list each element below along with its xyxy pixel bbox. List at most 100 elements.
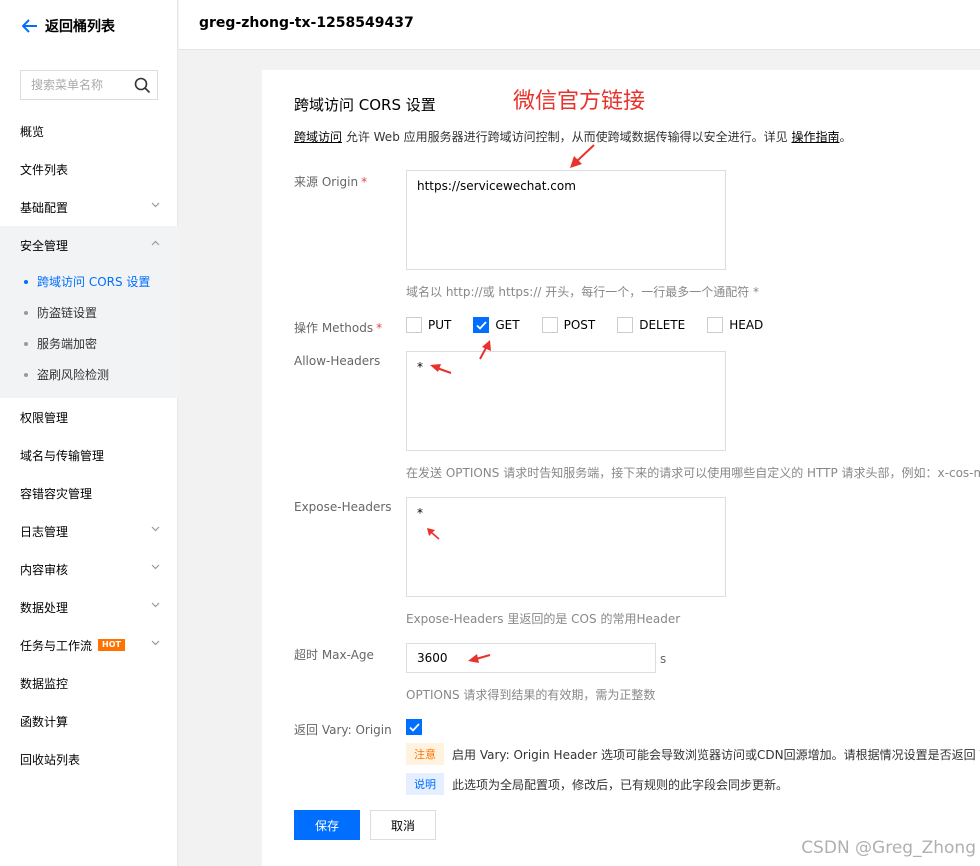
- allow-headers-textarea[interactable]: *: [406, 351, 726, 451]
- checkbox-icon: [541, 317, 558, 333]
- page-title: 跨域访问 CORS 设置: [294, 96, 436, 114]
- menu-search-input[interactable]: [21, 71, 129, 99]
- sidebar-item-label: 文件列表: [20, 162, 69, 177]
- bullet-icon: [24, 279, 28, 284]
- info-text: 此选项为全局配置项，修改后，已有规则的此字段会同步更新。: [452, 777, 789, 792]
- checkbox-icon: [406, 317, 422, 333]
- max-age-input[interactable]: [406, 643, 656, 673]
- method-put-checkbox[interactable]: PUT: [406, 317, 451, 333]
- chevron-down-icon: [151, 564, 160, 570]
- annotation-arrow-icon: [468, 654, 491, 663]
- required-mark: *: [361, 175, 368, 189]
- cancel-button[interactable]: 取消: [370, 810, 436, 840]
- method-get-checkbox[interactable]: GET: [473, 317, 520, 333]
- sidebar-item-label: 概览: [20, 124, 45, 139]
- vary-warning: 注意 启用 Vary: Origin Header 选项可能会导致浏览器访问或CD…: [406, 743, 980, 765]
- sidebar-item-label: 日志管理: [20, 524, 69, 539]
- method-label: PUT: [428, 318, 452, 332]
- method-label: GET: [495, 318, 520, 332]
- sidebar-item-label: 数据处理: [20, 600, 69, 615]
- checkbox-icon: [707, 317, 724, 333]
- chevron-up-icon: [151, 240, 160, 246]
- sidebar-subitem-label: 跨域访问 CORS 设置: [37, 275, 151, 289]
- annotation-arrow-icon: [570, 144, 595, 168]
- expose-headers-label: Expose-Headers: [294, 500, 392, 514]
- bucket-name: greg-zhong-tx-1258549437: [199, 15, 414, 31]
- origin-label: 来源 Origin *: [294, 173, 367, 190]
- sidebar-item-disaster-recovery[interactable]: 容错容灾管理: [0, 474, 178, 512]
- checkbox-icon: [617, 317, 634, 333]
- save-button[interactable]: 保存: [294, 810, 360, 840]
- origin-textarea[interactable]: https://servicewechat.com: [406, 170, 726, 270]
- sidebar-subitem-hotlink[interactable]: 防盗链设置: [0, 297, 178, 328]
- method-label: POST: [563, 318, 596, 332]
- max-age-unit: s: [660, 652, 667, 666]
- sidebar-item-monitoring[interactable]: 数据监控: [0, 664, 178, 702]
- method-delete-checkbox[interactable]: DELETE: [617, 317, 685, 333]
- chevron-down-icon: [151, 640, 160, 646]
- warning-tag: 注意: [406, 743, 444, 765]
- menu-search-box: [20, 70, 158, 100]
- checkbox-checked-icon: [473, 317, 490, 333]
- chevron-down-icon: [151, 602, 160, 608]
- sidebar-subitem-cors[interactable]: 跨域访问 CORS 设置: [0, 266, 178, 297]
- sidebar-item-permissions[interactable]: 权限管理: [0, 398, 178, 436]
- sidebar-subitem-label: 服务端加密: [37, 337, 98, 351]
- sidebar: 返回桶列表 概览 文件列表 基础配置 安全管理 跨域访问 CORS 设置 防盗链…: [0, 0, 178, 866]
- origin-label-text: 来源 Origin: [294, 175, 359, 189]
- sidebar-item-basic-config[interactable]: 基础配置: [0, 188, 178, 226]
- bullet-icon: [24, 310, 28, 315]
- max-age-label: 超时 Max-Age: [294, 648, 374, 662]
- sidebar-item-label: 域名与传输管理: [20, 448, 105, 463]
- sidebar-item-recycle-bin[interactable]: 回收站列表: [0, 740, 178, 778]
- back-to-bucket-list-link[interactable]: 返回桶列表: [22, 16, 115, 36]
- expose-headers-hint: Expose-Headers 里返回的是 COS 的常用Header: [406, 612, 681, 626]
- sidebar-item-label: 安全管理: [20, 238, 69, 253]
- expose-headers-textarea[interactable]: *: [406, 497, 726, 597]
- sidebar-item-security[interactable]: 安全管理: [0, 226, 178, 264]
- bullet-icon: [24, 372, 28, 377]
- required-mark: *: [376, 321, 383, 335]
- methods-label: 操作 Methods *: [294, 319, 382, 336]
- method-head-checkbox[interactable]: HEAD: [707, 317, 763, 333]
- chevron-down-icon: [151, 202, 160, 208]
- sidebar-subitem-label: 盗刷风险检测: [37, 368, 110, 382]
- sidebar-item-overview[interactable]: 概览: [0, 112, 178, 150]
- sidebar-item-logs[interactable]: 日志管理: [0, 512, 178, 550]
- sidebar-subitem-encryption[interactable]: 服务端加密: [0, 328, 178, 359]
- sidebar-item-data-processing[interactable]: 数据处理: [0, 588, 178, 626]
- vary-origin-checkbox[interactable]: [406, 719, 422, 735]
- description-suffix: 。: [839, 130, 852, 144]
- method-label: DELETE: [639, 318, 686, 332]
- security-submenu: 跨域访问 CORS 设置 防盗链设置 服务端加密 盗刷风险检测: [0, 264, 178, 398]
- method-label: HEAD: [729, 318, 764, 332]
- sidebar-item-label: 容错容灾管理: [20, 486, 93, 501]
- warning-text: 启用 Vary: Origin Header 选项可能会导致浏览器访问或CDN回…: [452, 747, 980, 762]
- sidebar-item-file-list[interactable]: 文件列表: [0, 150, 178, 188]
- method-post-checkbox[interactable]: POST: [541, 317, 596, 333]
- sidebar-item-label: 函数计算: [20, 714, 69, 729]
- top-header: greg-zhong-tx-1258549437: [179, 0, 980, 50]
- info-tag: 说明: [406, 773, 444, 795]
- methods-label-text: 操作 Methods: [294, 321, 374, 335]
- sidebar-item-functions[interactable]: 函数计算: [0, 702, 178, 740]
- vary-origin-label: 返回 Vary: Origin: [294, 723, 392, 737]
- sidebar-item-label: 数据监控: [20, 676, 69, 691]
- sidebar-item-tasks-workflows[interactable]: 任务与工作流 HOT: [0, 626, 178, 664]
- search-icon[interactable]: [134, 77, 151, 94]
- sidebar-subitem-risk-detection[interactable]: 盗刷风险检测: [0, 359, 178, 390]
- origin-hint: 域名以 http://或 https:// 开头，每行一个，一行最多一个通配符 …: [406, 285, 760, 299]
- sidebar-item-label: 基础配置: [20, 200, 69, 215]
- arrow-left-icon: [22, 19, 37, 33]
- chevron-down-icon: [151, 526, 160, 532]
- sidebar-item-domain-transfer[interactable]: 域名与传输管理: [0, 436, 178, 474]
- annotation-arrow-icon: [427, 528, 440, 540]
- sidebar-item-content-moderation[interactable]: 内容审核: [0, 550, 178, 588]
- guide-link[interactable]: 操作指南: [791, 130, 839, 144]
- annotation-arrow-icon: [479, 340, 491, 360]
- cors-doc-link[interactable]: 跨域访问: [294, 130, 342, 144]
- sidebar-item-label: 权限管理: [20, 410, 69, 425]
- annotation-text: 微信官方链接: [513, 89, 646, 114]
- back-label: 返回桶列表: [45, 19, 115, 35]
- sidebar-item-label: 任务与工作流: [20, 638, 93, 653]
